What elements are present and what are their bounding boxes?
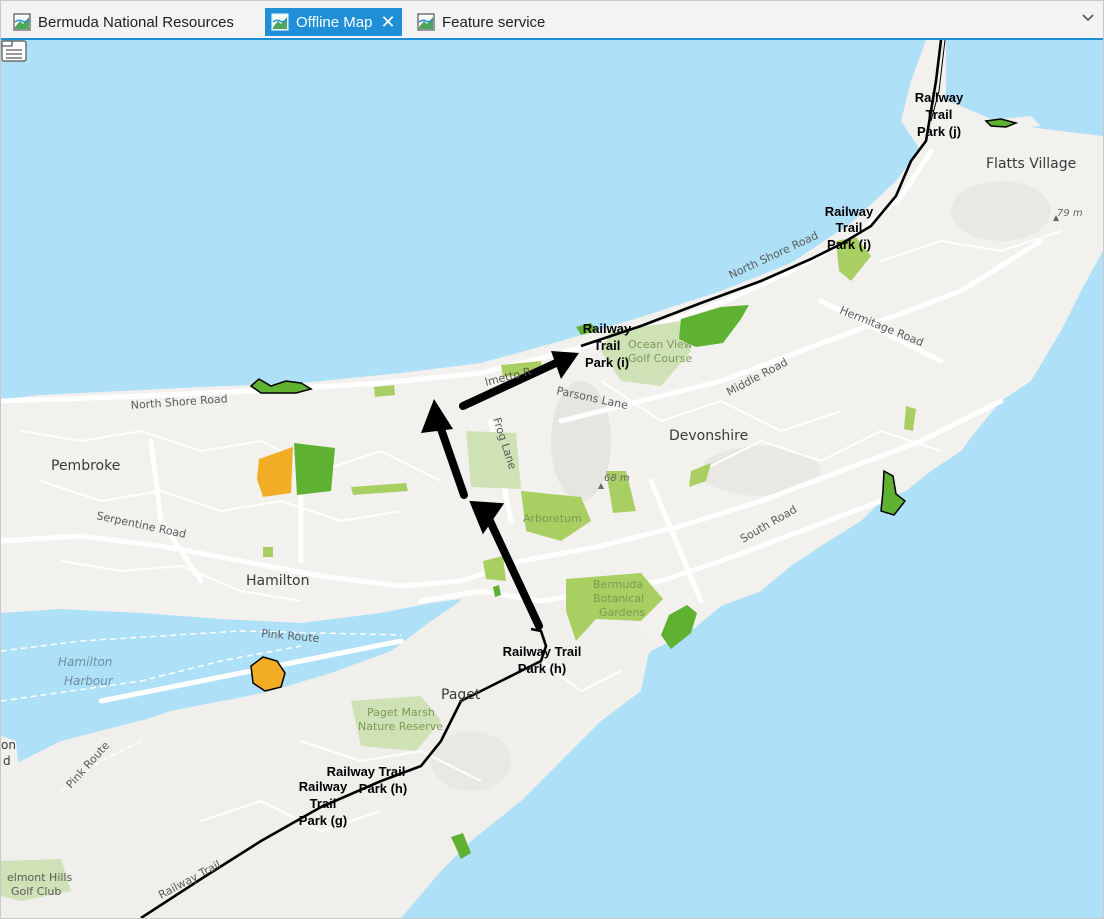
tab-label: Offline Map — [296, 13, 373, 31]
tab-bar: Bermuda National Resources Offline Map ✕… — [1, 1, 1103, 40]
label-botanical-1: Bermuda — [593, 578, 643, 591]
label-pembroke: Pembroke — [51, 458, 120, 474]
svg-text:Railway: Railway — [825, 204, 874, 219]
svg-text:Park (h): Park (h) — [518, 661, 566, 676]
label-flatts-village: Flatts Village — [986, 156, 1076, 172]
label-ocean-view-1: Ocean View — [628, 338, 693, 351]
map-icon — [271, 13, 289, 31]
label-ocean-view-2: Golf Course — [628, 352, 692, 365]
label-paget-marsh-1: Paget Marsh — [367, 706, 435, 719]
svg-text:Railway Trail: Railway Trail — [503, 644, 582, 659]
svg-text:Park (j): Park (j) — [917, 124, 961, 139]
label-hamilton-harbour-2: Harbour — [64, 674, 114, 688]
svg-text:Railway: Railway — [915, 90, 964, 105]
map-icon — [13, 13, 31, 31]
label-botanical-2: Botanical — [593, 592, 644, 605]
map-canvas[interactable]: Pembroke Hamilton Devonshire Paget Flatt… — [1, 40, 1103, 918]
svg-text:Park (i): Park (i) — [585, 355, 629, 370]
tab-label: Feature service — [442, 13, 546, 31]
map-icon — [417, 13, 435, 31]
close-icon[interactable]: ✕ — [380, 13, 395, 31]
label-elevation-68: 68 m — [604, 473, 630, 484]
label-botanical-3: Gardens — [599, 606, 645, 619]
label-fragment-1: on — [1, 738, 16, 752]
label-elevation-79: 79 m — [1057, 208, 1083, 219]
label-paget: Paget — [441, 687, 481, 703]
tab-feature-service[interactable]: Feature service — [411, 8, 553, 36]
svg-text:Railway Trail: Railway Trail — [327, 764, 406, 779]
svg-text:Railway: Railway — [299, 779, 348, 794]
svg-text:Trail: Trail — [310, 796, 337, 811]
svg-text:Park (g): Park (g) — [299, 813, 347, 828]
map-view-window: Bermuda National Resources Offline Map ✕… — [0, 0, 1104, 919]
label-arboretum: Arboretum — [523, 512, 582, 525]
label-devonshire: Devonshire — [669, 428, 748, 444]
label-paget-marsh-2: Nature Reserve — [358, 720, 443, 733]
svg-text:Trail: Trail — [836, 220, 863, 235]
label-belmont-2: Golf Club — [11, 885, 61, 898]
svg-text:Park (i): Park (i) — [827, 237, 871, 252]
label-hamilton: Hamilton — [246, 573, 309, 589]
svg-text:Park (h): Park (h) — [359, 781, 407, 796]
tab-offline-map[interactable]: Offline Map ✕ — [265, 8, 402, 36]
svg-text:Trail: Trail — [594, 338, 621, 353]
basemap: Pembroke Hamilton Devonshire Paget Flatt… — [1, 40, 1103, 918]
label-fragment-2: d — [3, 754, 11, 768]
table-of-contents-icon[interactable] — [1, 40, 27, 62]
tab-bermuda-national-resources[interactable]: Bermuda National Resources — [7, 8, 242, 36]
chevron-down-icon[interactable] — [1081, 11, 1095, 25]
tab-label: Bermuda National Resources — [38, 13, 234, 31]
svg-text:Trail: Trail — [926, 107, 953, 122]
label-belmont-1: elmont Hills — [7, 871, 72, 884]
label-hamilton-harbour-1: Hamilton — [58, 655, 112, 669]
svg-text:Railway: Railway — [583, 321, 632, 336]
